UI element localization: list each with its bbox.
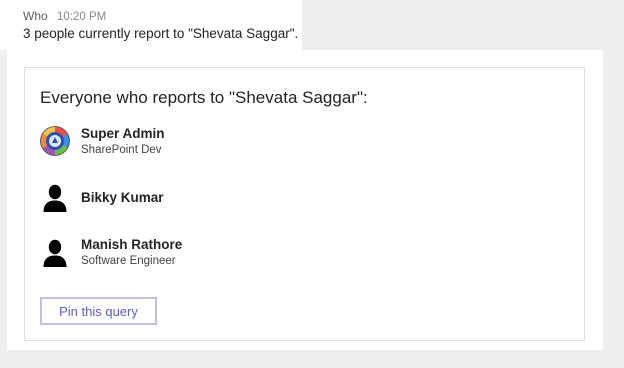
person-silhouette-icon xyxy=(43,239,67,267)
person-silhouette-icon xyxy=(43,184,67,212)
person-name: Bikky Kumar xyxy=(81,190,164,205)
pin-query-button[interactable]: Pin this query xyxy=(40,297,157,325)
adaptive-card: Everyone who reports to "Shevata Saggar"… xyxy=(24,67,585,341)
person-role: Software Engineer xyxy=(81,255,176,267)
person-name: Super Admin xyxy=(81,126,165,141)
message-time: 10:20 PM xyxy=(57,11,107,23)
message-summary: 3 people currently report to "Shevata Sa… xyxy=(23,26,299,41)
card-title: Everyone who reports to "Shevata Saggar"… xyxy=(40,88,368,107)
message-meta: Who 10:20 PM xyxy=(23,9,106,23)
person-bikky-kumar[interactable]: Bikky Kumar xyxy=(40,182,340,218)
card-panel: Everyone who reports to "Shevata Saggar"… xyxy=(7,50,603,350)
person-role: SharePoint Dev xyxy=(81,144,162,156)
profile-photo-avatar xyxy=(40,126,70,156)
person-super-admin[interactable]: Super Admin SharePoint Dev xyxy=(40,126,340,162)
sender-name: Who xyxy=(23,9,48,23)
person-name: Manish Rathore xyxy=(81,237,183,252)
message-header: Who 10:20 PM 3 people currently report t… xyxy=(0,0,302,50)
person-manish-rathore[interactable]: Manish Rathore Software Engineer xyxy=(40,237,340,273)
